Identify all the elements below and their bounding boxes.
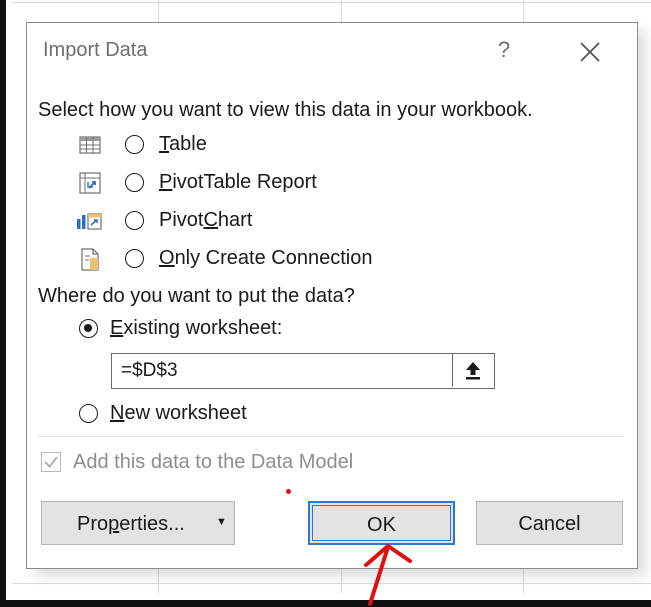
help-button[interactable]: ? bbox=[493, 37, 515, 63]
grid-line bbox=[12, 583, 651, 584]
option-only-connection[interactable]: Only Create Connection bbox=[77, 244, 417, 274]
checkmark-icon bbox=[44, 456, 58, 468]
upload-arrow-icon bbox=[466, 362, 480, 380]
table-label: Table bbox=[159, 133, 207, 155]
grid-line bbox=[12, 2, 651, 3]
dropdown-arrow-icon: ▼ bbox=[216, 516, 227, 528]
divider bbox=[38, 436, 624, 437]
data-model-checkbox[interactable] bbox=[41, 452, 61, 472]
placement-instruction: Where do you want to put the data? bbox=[38, 285, 355, 307]
option-pivotchart[interactable]: PivotChart bbox=[77, 206, 337, 236]
cell-reference-input[interactable]: =$D$3 bbox=[111, 353, 495, 389]
option-pivottable[interactable]: PivotTable Report bbox=[77, 168, 377, 198]
annotation-dot bbox=[286, 489, 291, 494]
table-radio[interactable] bbox=[125, 135, 144, 154]
view-instruction: Select how you want to view this data in… bbox=[38, 99, 533, 121]
table-icon bbox=[79, 136, 101, 154]
properties-label: Properties... bbox=[77, 513, 185, 535]
dialog-title: Import Data bbox=[43, 39, 148, 61]
pivotchart-radio[interactable] bbox=[125, 211, 144, 230]
pivotchart-label: PivotChart bbox=[159, 209, 253, 231]
connection-icon bbox=[81, 248, 99, 271]
pivottable-label: PivotTable Report bbox=[159, 171, 317, 193]
cancel-button[interactable]: Cancel bbox=[476, 501, 623, 545]
only-connection-radio[interactable] bbox=[125, 249, 144, 268]
pivottable-radio[interactable] bbox=[125, 173, 144, 192]
cancel-label: Cancel bbox=[518, 513, 581, 535]
close-button[interactable] bbox=[575, 37, 605, 67]
ok-label: OK bbox=[367, 514, 396, 536]
new-worksheet-label[interactable]: New worksheet bbox=[110, 402, 247, 425]
only-connection-label: Only Create Connection bbox=[159, 247, 373, 269]
existing-worksheet-label[interactable]: Existing worksheet: bbox=[110, 317, 282, 340]
annotation-arrow-icon bbox=[364, 544, 412, 606]
close-icon bbox=[580, 42, 600, 62]
collapse-dialog-button[interactable] bbox=[452, 354, 494, 387]
new-worksheet-radio[interactable] bbox=[79, 404, 98, 423]
cell-reference-value: =$D$3 bbox=[121, 360, 178, 381]
pivottable-icon bbox=[79, 172, 101, 194]
option-table[interactable]: Table bbox=[77, 130, 337, 160]
data-model-label: Add this data to the Data Model bbox=[73, 451, 354, 473]
import-data-dialog: Import Data ? Select how you want to vie… bbox=[26, 22, 638, 569]
existing-worksheet-radio[interactable] bbox=[79, 319, 98, 338]
pivotchart-icon bbox=[77, 213, 102, 230]
properties-button[interactable]: Properties... ▼ bbox=[41, 501, 235, 545]
